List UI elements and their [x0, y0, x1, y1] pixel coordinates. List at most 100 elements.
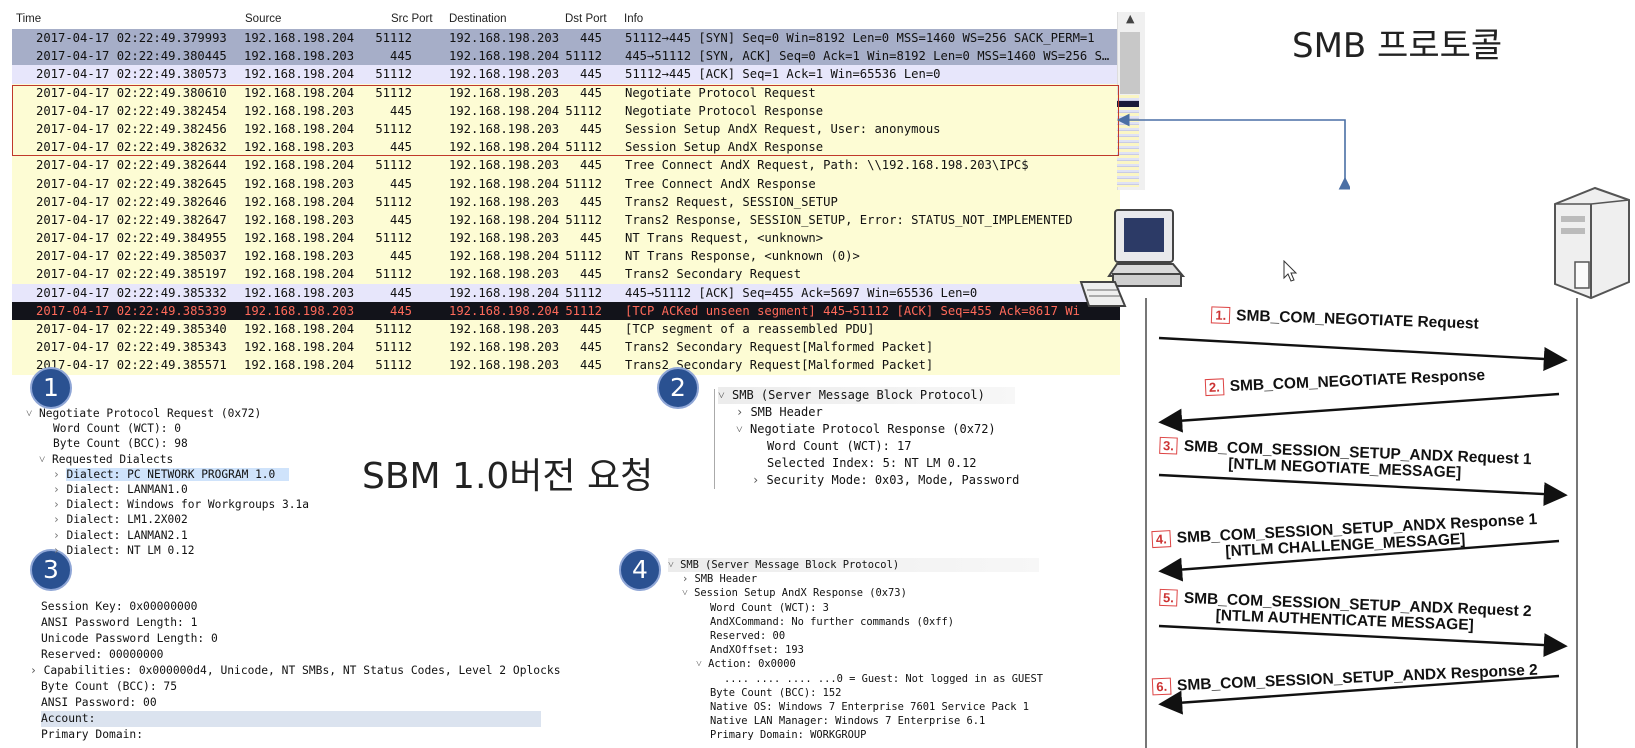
collapse-caret-icon[interactable]: › [53, 468, 66, 481]
tree-node[interactable]: Primary Domain: [41, 727, 561, 743]
expand-caret-icon[interactable]: ˅ [39, 452, 45, 467]
packet-row[interactable]: 2017-04-17 02:22:49.382646 192.168.198.20… [12, 192, 1120, 211]
packet-destination: 192.168.198.204 [449, 176, 560, 191]
dialect-label: Dialect: PC NETWORK PROGRAM 1.0 [66, 467, 290, 481]
collapse-caret-icon[interactable]: › [53, 529, 66, 542]
tree-node-selected[interactable]: Negotiate Protocol Response (0x72) [750, 422, 1002, 436]
packet-row[interactable]: 2017-04-17 02:22:49.380573 192.168.198.20… [12, 65, 1120, 84]
tree-node[interactable]: SMB (Server Message Block Protocol) [680, 559, 899, 571]
dialect-item[interactable]: › Dialect: Windows for Workgroups 3.1a [53, 497, 309, 512]
packet-src-port: 445 [389, 212, 412, 227]
packet-row[interactable]: 2017-04-17 02:22:49.385037 192.168.198.20… [12, 247, 1120, 266]
packet-src-port: 445 [389, 303, 412, 318]
col-source[interactable]: Source [245, 13, 281, 25]
packet-time: 2017-04-17 02:22:49.379993 [36, 31, 227, 45]
tree-node[interactable]: Word Count (WCT): 3 [710, 601, 1047, 615]
packet-src-port: 445 [389, 176, 412, 191]
tree-node[interactable]: Action: 0x0000 [708, 658, 796, 670]
expand-caret-icon[interactable]: ˅ [736, 422, 750, 436]
dialect-item[interactable]: › Dialect: LANMAN1.0 [53, 482, 309, 497]
message-arrow-1 [1158, 336, 1568, 371]
scroll-thumb[interactable] [1120, 32, 1140, 94]
packet-row[interactable]: 2017-04-17 02:22:49.384955 192.168.198.20… [12, 229, 1120, 248]
dialect-item[interactable]: › Dialect: PC NETWORK PROGRAM 1.0 [53, 467, 309, 482]
tree-node[interactable]: AndXOffset: 193 [710, 643, 1047, 657]
tree-node[interactable]: Reserved: 00000000 [41, 647, 561, 663]
tree-node[interactable]: Security Mode: 0x03, Mode, Password [766, 473, 1019, 487]
packet-row[interactable]: 2017-04-17 02:22:49.385332 192.168.198.20… [12, 283, 1120, 302]
packet-destination: 192.168.198.203 [449, 158, 560, 173]
packet-row[interactable]: 2017-04-17 02:22:49.382645 192.168.198.20… [12, 174, 1120, 193]
tree-node[interactable]: AndXCommand: No further commands (0xff) [710, 615, 1047, 629]
dialects-list: › Dialect: PC NETWORK PROGRAM 1.0 › Diale… [26, 467, 309, 558]
collapse-caret-icon[interactable]: › [682, 573, 695, 585]
collapse-caret-icon[interactable]: › [736, 405, 750, 419]
packet-dst-port: 445 [579, 158, 602, 173]
packet-row[interactable]: 2017-04-17 02:22:49.385343 192.168.198.20… [12, 338, 1120, 357]
tree-node[interactable]: Byte Count (BCC): 98 [53, 436, 309, 451]
packet-destination: 192.168.198.203 [449, 267, 560, 282]
col-info[interactable]: Info [624, 13, 643, 25]
packet-dst-port: 51112 [565, 249, 602, 264]
tree-node[interactable]: Reserved: 00 [710, 629, 1047, 643]
packet-time: 2017-04-17 02:22:49.385197 [36, 267, 227, 282]
tree-node[interactable]: SMB Header [695, 573, 758, 585]
expand-caret-icon[interactable]: ˅ [682, 587, 694, 599]
packet-row[interactable]: 2017-04-17 02:22:49.382647 192.168.198.20… [12, 210, 1120, 230]
packet-info: [TCP ACKed unseen segment] 445→51112 [AC… [625, 303, 1080, 318]
scroll-up-arrow-icon[interactable]: ▲ [1126, 12, 1134, 25]
packet-time: 2017-04-17 02:22:49.382645 [36, 176, 227, 191]
packet-list-header: Time Source Src Port Destination Dst Por… [10, 12, 1120, 28]
tree-node[interactable]: ANSI Password Length: 1 [41, 615, 561, 631]
tree-node[interactable]: Session Key: 0x00000000 [41, 599, 561, 615]
packet-row[interactable]: 2017-04-17 02:22:49.382644 192.168.198.20… [12, 156, 1120, 175]
packet-row[interactable]: 2017-04-17 02:22:49.385339 192.168.198.20… [12, 301, 1120, 320]
tree-node[interactable]: Capabilities: 0x000000d4, Unicode, NT SM… [44, 664, 561, 677]
tree-node[interactable]: Unicode Password Length: 0 [41, 631, 561, 647]
col-destination[interactable]: Destination [449, 13, 507, 25]
col-src-port[interactable]: Src Port [391, 13, 433, 25]
collapse-caret-icon[interactable]: › [53, 513, 66, 526]
tree-node[interactable]: Negotiate Protocol Request (0x72) [39, 407, 261, 420]
tree-node[interactable]: ANSI Password: 00 [41, 695, 561, 711]
collapse-caret-icon[interactable]: › [53, 483, 66, 496]
collapse-caret-icon[interactable]: › [53, 544, 66, 557]
message-number-badge: 4. [1151, 530, 1172, 549]
packet-row[interactable]: 2017-04-17 02:22:49.385197 192.168.198.20… [12, 265, 1120, 284]
collapse-caret-icon[interactable]: › [30, 664, 44, 677]
tree-node[interactable]: Session Setup AndX Response (0x73) [694, 587, 907, 599]
col-time[interactable]: Time [16, 13, 41, 25]
col-dst-port[interactable]: Dst Port [565, 13, 607, 25]
tree-node[interactable]: Word Count (WCT): 17 [767, 438, 1019, 455]
tree-node[interactable]: Native OS: Windows 7 Enterprise 7601 Ser… [710, 700, 1047, 714]
dialect-item[interactable]: › Dialect: NT LM 0.12 [53, 543, 309, 558]
tree-node-selected[interactable]: Account: [41, 711, 541, 727]
dialect-item[interactable]: › Dialect: LANMAN2.1 [53, 528, 309, 543]
packet-src-port: 51112 [375, 322, 412, 336]
tree-node[interactable]: Requested Dialects [52, 453, 173, 466]
tree-node[interactable]: Byte Count (BCC): 152 [710, 686, 1047, 700]
packet-row[interactable]: 2017-04-17 02:22:49.380445 192.168.198.20… [12, 47, 1120, 66]
tree-node[interactable]: Selected Index: 5: NT LM 0.12 [767, 455, 1019, 472]
expand-caret-icon[interactable]: ˅ [718, 388, 732, 402]
packet-info: NT Trans Response, <unknown (0)> [625, 249, 860, 264]
packet-row[interactable]: 2017-04-17 02:22:49.385571 192.168.198.20… [12, 356, 1120, 375]
tree-node[interactable]: Native LAN Manager: Windows 7 Enterprise… [710, 714, 1047, 728]
tree-node[interactable]: SMB Header [750, 405, 822, 419]
expand-caret-icon[interactable]: ˅ [696, 658, 708, 670]
tree-node-selected[interactable]: .... .... .... ...0 = Guest: Not logged … [724, 673, 1047, 685]
tree-node[interactable]: Byte Count (BCC): 75 [41, 679, 561, 695]
tree-node[interactable]: SMB (Server Message Block Protocol) [732, 388, 985, 402]
packet-time: 2017-04-17 02:22:49.385332 [36, 285, 227, 300]
packet-row[interactable]: 2017-04-17 02:22:49.385340 192.168.198.20… [12, 320, 1120, 339]
packet-destination: 192.168.198.204 [449, 249, 560, 264]
collapse-caret-icon[interactable]: › [53, 498, 66, 511]
expand-caret-icon[interactable]: ˅ [668, 559, 680, 571]
expand-caret-icon[interactable]: ˅ [26, 406, 32, 421]
packet-row[interactable]: 2017-04-17 02:22:49.379993 192.168.198.20… [12, 29, 1120, 48]
tree-node[interactable]: Primary Domain: WORKGROUP [710, 728, 1047, 742]
collapse-caret-icon[interactable]: › [752, 473, 766, 487]
packet-dst-port: 51112 [565, 176, 602, 191]
dialect-item[interactable]: › Dialect: LM1.2X002 [53, 512, 309, 527]
tree-node[interactable]: Word Count (WCT): 0 [53, 421, 309, 436]
